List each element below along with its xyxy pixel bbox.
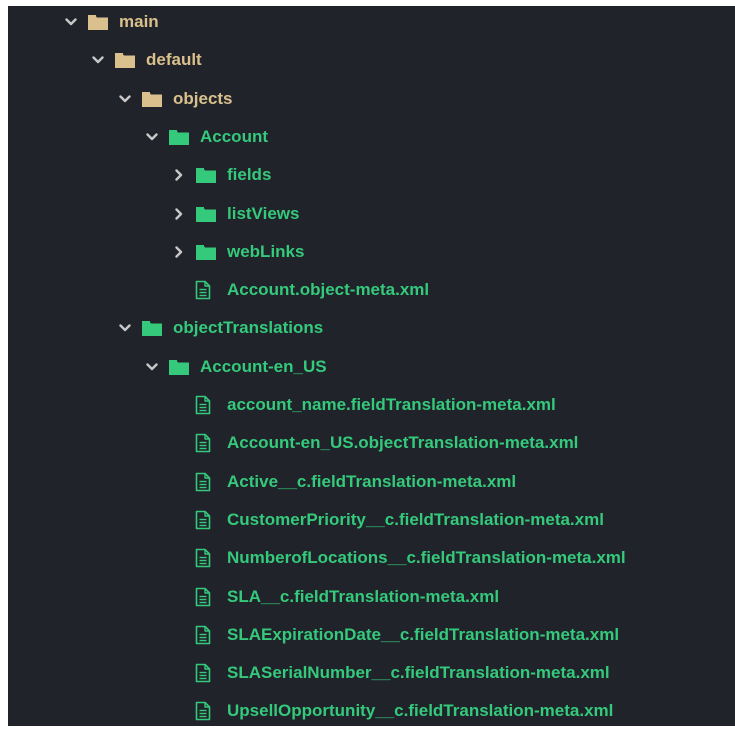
folder-icon [141, 89, 163, 109]
chevron-right-icon[interactable] [171, 204, 187, 224]
tree-file-sla-c-fieldtranslation-meta-xml[interactable]: SLA__c.fieldTranslation-meta.xml [171, 580, 499, 614]
tree-item-label: Account-en_US [200, 356, 327, 376]
tree-folder-fields[interactable]: fields [171, 158, 271, 192]
tree-item-label: main [119, 12, 159, 31]
tree-item-label: fields [227, 165, 272, 185]
tree-item-label: Active__c.fieldTranslation-meta.xml [227, 471, 517, 491]
tree-item-label: default [146, 50, 202, 70]
tree-item-label: SLA__c.fieldTranslation-meta.xml [227, 586, 500, 606]
tree-file-account-object-meta-xml[interactable]: Account.object-meta.xml [171, 273, 429, 307]
folder-icon [195, 242, 217, 262]
file-text-icon [195, 587, 217, 607]
chevron-down-icon[interactable] [117, 318, 133, 338]
tree-item-label: listViews [227, 203, 300, 223]
file-tree-panel: main default objects Account fields listViews… [8, 6, 735, 726]
tree-item-label: CustomerPriority__c.fieldTranslation-met… [227, 509, 604, 529]
folder-icon [195, 204, 217, 224]
folder-icon [168, 357, 190, 377]
tree-file-numberoflocations-c-fieldtranslation-meta-xml[interactable]: NumberofLocations__c.fieldTranslation-me… [171, 541, 626, 575]
tree-file-slaserialnumber-c-fieldtranslation-meta-xml[interactable]: SLASerialNumber__c.fieldTranslation-meta… [171, 656, 610, 690]
chevron-right-icon[interactable] [171, 165, 187, 185]
file-text-icon [195, 395, 217, 415]
tree-item-label: webLinks [227, 241, 305, 261]
chevron-down-icon[interactable] [117, 89, 133, 109]
tree-folder-objecttranslations[interactable]: objectTranslations [117, 311, 323, 345]
tree-item-label: SLASerialNumber__c.fieldTranslation-meta… [227, 663, 610, 683]
tree-folder-account-en-us[interactable]: Account-en_US [144, 350, 327, 384]
chevron-down-icon[interactable] [144, 357, 160, 377]
tree-folder-default[interactable]: default [90, 43, 202, 77]
tree-file-slaexpirationdate-c-fieldtranslation-meta-xml[interactable]: SLAExpirationDate__c.fieldTranslation-me… [171, 618, 619, 652]
tree-item-label: Account-en_US.objectTranslation-meta.xml [227, 433, 579, 453]
file-text-icon [195, 472, 217, 492]
chevron-down-icon[interactable] [90, 50, 106, 70]
tree-item-label: objects [173, 88, 233, 108]
tree-folder-main[interactable]: main [63, 5, 159, 39]
file-text-icon [195, 701, 217, 721]
tree-item-label: account_name.fieldTranslation-meta.xml [227, 395, 556, 414]
file-text-icon [195, 625, 217, 645]
folder-icon [87, 12, 109, 32]
tree-item-label: Account [200, 126, 268, 146]
file-text-icon [195, 548, 217, 568]
tree-file-active-c-fieldtranslation-meta-xml[interactable]: Active__c.fieldTranslation-meta.xml [171, 465, 516, 499]
folder-icon [141, 318, 163, 338]
tree-folder-objects[interactable]: objects [117, 82, 233, 116]
tree-item-label: Account.object-meta.xml [227, 280, 430, 300]
tree-folder-listviews[interactable]: listViews [171, 197, 299, 231]
tree-file-account-en-us-objecttranslation-meta-xml[interactable]: Account-en_US.objectTranslation-meta.xml [171, 426, 578, 460]
tree-file-upsellopportunity-c-fieldtranslation-meta-xml[interactable]: UpsellOpportunity__c.fieldTranslation-me… [171, 694, 613, 728]
file-text-icon [195, 433, 217, 453]
chevron-down-icon[interactable] [63, 12, 79, 32]
chevron-right-icon[interactable] [171, 242, 187, 262]
file-text-icon [195, 663, 217, 683]
folder-icon [168, 127, 190, 147]
tree-item-label: objectTranslations [173, 318, 324, 338]
file-text-icon [195, 510, 217, 530]
folder-icon [195, 165, 217, 185]
tree-file-customerpriority-c-fieldtranslation-meta-xml[interactable]: CustomerPriority__c.fieldTranslation-met… [171, 503, 604, 537]
tree-item-label: NumberofLocations__c.fieldTranslation-me… [227, 548, 626, 568]
file-text-icon [195, 280, 217, 300]
chevron-down-icon[interactable] [144, 127, 160, 147]
folder-icon [114, 50, 136, 70]
tree-folder-weblinks[interactable]: webLinks [171, 235, 304, 269]
tree-item-label: UpsellOpportunity__c.fieldTranslation-me… [227, 701, 614, 721]
tree-item-label: SLAExpirationDate__c.fieldTranslation-me… [227, 624, 620, 644]
tree-file-account-name-fieldtranslation-meta-xml[interactable]: account_name.fieldTranslation-meta.xml [171, 388, 556, 422]
tree-folder-account[interactable]: Account [144, 120, 268, 154]
